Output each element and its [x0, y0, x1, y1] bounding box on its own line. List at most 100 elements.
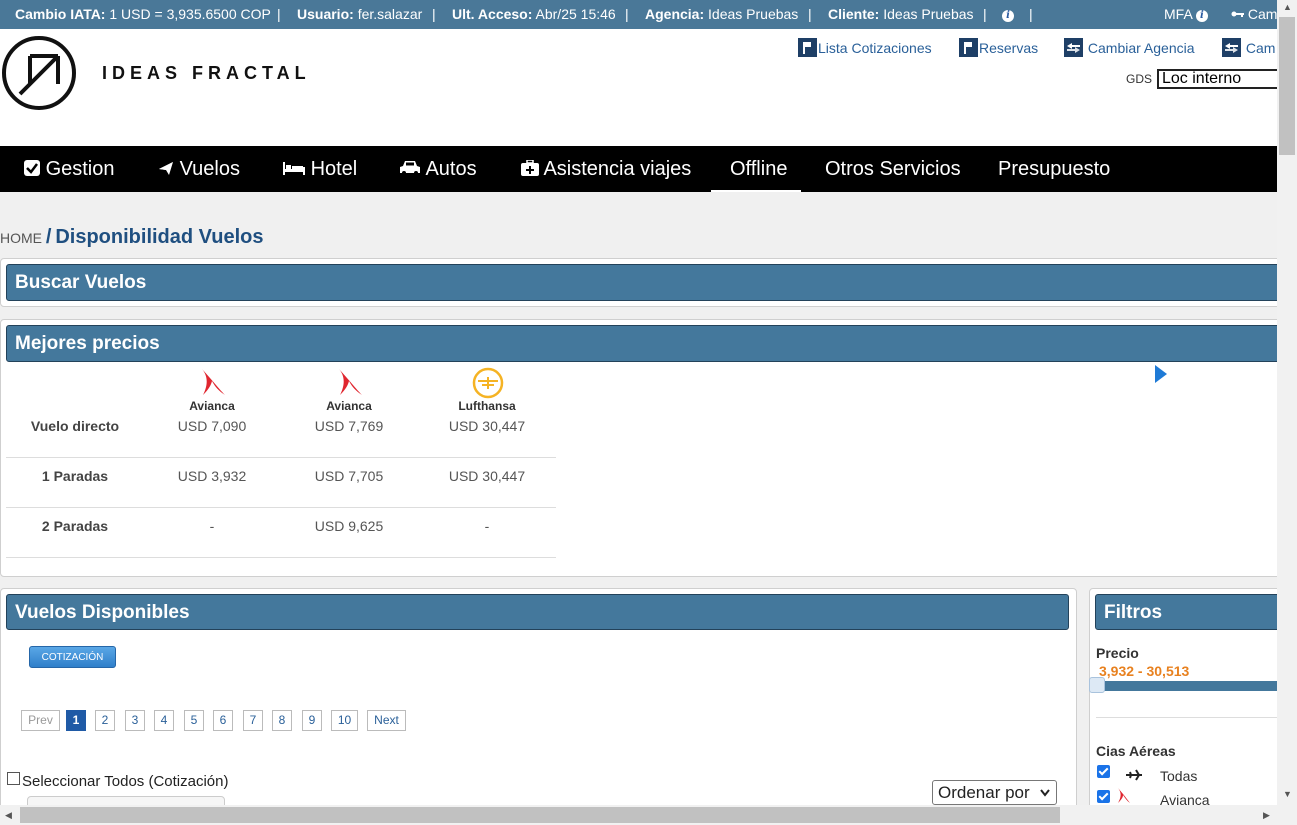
cia-label: Avianca	[1160, 792, 1210, 805]
flag-icon	[959, 38, 978, 57]
cambiar-agencia-link[interactable]: Cambiar Agencia	[1064, 38, 1195, 57]
slider-handle[interactable]	[1089, 677, 1105, 693]
avianca-checkbox[interactable]	[1097, 790, 1110, 803]
pagination-page[interactable]: 6	[213, 710, 233, 731]
mejores-precios-header: Mejores precios	[6, 325, 1277, 362]
gds-label: GDS	[1126, 72, 1153, 86]
breadcrumb-separator: /	[45, 226, 52, 248]
cambiar-link[interactable]: Cam	[1222, 38, 1275, 57]
separator: |	[1029, 6, 1033, 22]
precio-label: Precio	[1096, 645, 1139, 661]
price-cell[interactable]: USD 30,447	[427, 468, 547, 484]
pagination-page[interactable]: 1	[66, 710, 86, 731]
nav-otros-servicios[interactable]: Otros Servicios	[825, 146, 961, 192]
next-arrow-icon[interactable]	[1154, 364, 1168, 384]
separator: |	[983, 6, 987, 22]
precio-slider[interactable]	[1097, 681, 1277, 691]
price-cell: -	[484, 518, 490, 534]
cias-aereas-label: Cias Aéreas	[1096, 743, 1176, 759]
mfa-link[interactable]: MFA i	[1164, 0, 1208, 29]
price-cell[interactable]: USD 7,705	[289, 468, 409, 484]
nav-vuelos[interactable]: Vuelos	[158, 146, 240, 192]
gds-select[interactable]: Loc interno	[1157, 69, 1277, 89]
mfa-info-icon: i	[1195, 10, 1208, 22]
pagination-page[interactable]: 4	[154, 710, 174, 731]
scroll-down-icon[interactable]: ▼	[1283, 789, 1292, 799]
divider	[6, 507, 556, 508]
airline-name: Avianca	[326, 399, 372, 413]
separator: |	[432, 6, 436, 22]
price-cell[interactable]: USD 9,625	[289, 518, 409, 534]
vertical-scrollbar-thumb[interactable]	[1279, 17, 1295, 155]
select-all-label: Seleccionar Todos (Cotización)	[22, 773, 229, 790]
buscar-vuelos-header[interactable]: Buscar Vuelos	[6, 264, 1277, 301]
lista-cotizaciones-link[interactable]: Lista Cotizaciones	[798, 38, 932, 57]
pagination-prev[interactable]: Prev	[21, 710, 60, 731]
separator: |	[625, 6, 629, 22]
nav-asistencia[interactable]: Asistencia viajes	[521, 146, 691, 192]
checkbox-icon	[24, 160, 40, 176]
nav-autos[interactable]: Autos	[399, 146, 477, 192]
lufthansa-logo-icon	[472, 367, 504, 399]
price-cell[interactable]: USD 7,090	[152, 418, 272, 434]
divider	[1096, 717, 1277, 718]
avianca-logo-icon	[1118, 788, 1130, 803]
pagination-page[interactable]: 7	[243, 710, 263, 731]
vuelos-disponibles-header: Vuelos Disponibles	[6, 594, 1069, 630]
select-all-checkbox[interactable]	[7, 772, 20, 785]
nav-offline[interactable]: Offline	[730, 146, 787, 192]
separator: |	[808, 6, 812, 22]
price-cell[interactable]: USD 7,769	[289, 418, 409, 434]
nav-gestion[interactable]: Gestion	[24, 146, 115, 192]
avianca-logo-icon	[339, 369, 362, 395]
pagination-page[interactable]: 5	[184, 710, 204, 731]
nav-presupuesto[interactable]: Presupuesto	[998, 146, 1110, 192]
swap-icon	[1064, 38, 1083, 57]
breadcrumb-home[interactable]: HOME	[0, 230, 42, 246]
avianca-logo-icon	[202, 369, 225, 395]
pagination-page[interactable]: 2	[95, 710, 115, 731]
plane-icon	[1126, 769, 1142, 781]
separator: |	[277, 6, 281, 22]
page: Cambio IATA: 1 USD = 3,935.6500 COP | Us…	[0, 0, 1277, 805]
logo-text: IDEAS FRACTAL	[102, 63, 311, 83]
divider	[6, 557, 556, 558]
airline-name: Lufthansa	[458, 399, 516, 413]
airline-name: Avianca	[189, 399, 235, 413]
price-cell[interactable]: USD 3,932	[152, 468, 272, 484]
pagination-page[interactable]: 9	[302, 710, 322, 731]
todas-checkbox[interactable]	[1097, 765, 1110, 778]
car-icon	[400, 161, 420, 175]
pagination-page[interactable]: 3	[125, 710, 145, 731]
scroll-right-icon[interactable]: ▶	[1263, 810, 1270, 821]
row-label: 2 Paradas	[41, 518, 109, 534]
divider	[6, 457, 556, 458]
reservas-link[interactable]: Reservas	[959, 38, 1038, 57]
scroll-up-icon[interactable]: ▲	[1283, 2, 1292, 12]
chevron-down-icon	[1040, 789, 1050, 797]
horizontal-scrollbar-thumb[interactable]	[20, 807, 1060, 823]
scroll-left-icon[interactable]: ◀	[5, 810, 12, 821]
price-cell[interactable]: USD 30,447	[427, 418, 547, 434]
medkit-icon	[521, 159, 539, 176]
info-icon[interactable]: i	[1002, 0, 1014, 29]
logo-mark	[2, 36, 76, 110]
ordenar-select[interactable]: Ordenar por	[932, 780, 1057, 805]
nav-hotel[interactable]: Hotel	[283, 146, 357, 192]
precio-range: 3,932 - 30,513	[1099, 663, 1190, 679]
main-nav: Gestion Vuelos Hotel Autos Asistencia vi…	[0, 146, 1277, 192]
header: IDEAS FRACTAL Lista Cotizaciones Reserva…	[0, 29, 1277, 146]
price-cell: -	[209, 518, 215, 534]
cotizacion-button[interactable]: COTIZACIÓN	[29, 646, 116, 668]
row-label: 1 Paradas	[41, 468, 109, 484]
pagination-page[interactable]: 8	[272, 710, 292, 731]
pagination-next[interactable]: Next	[367, 710, 406, 731]
ultimo-acceso: Ult. Acceso: Abr/25 15:46	[452, 6, 616, 22]
agencia: Agencia: Ideas Pruebas	[645, 6, 799, 22]
breadcrumb: HOME / Disponibilidad Vuelos	[0, 226, 264, 249]
flag-icon	[798, 38, 817, 57]
top-info-bar: Cambio IATA: 1 USD = 3,935.6500 COP | Us…	[0, 0, 1277, 29]
pagination-page[interactable]: 10	[331, 710, 358, 731]
change-password-link[interactable]: Cam	[1231, 0, 1277, 29]
swap-icon	[1222, 38, 1241, 57]
